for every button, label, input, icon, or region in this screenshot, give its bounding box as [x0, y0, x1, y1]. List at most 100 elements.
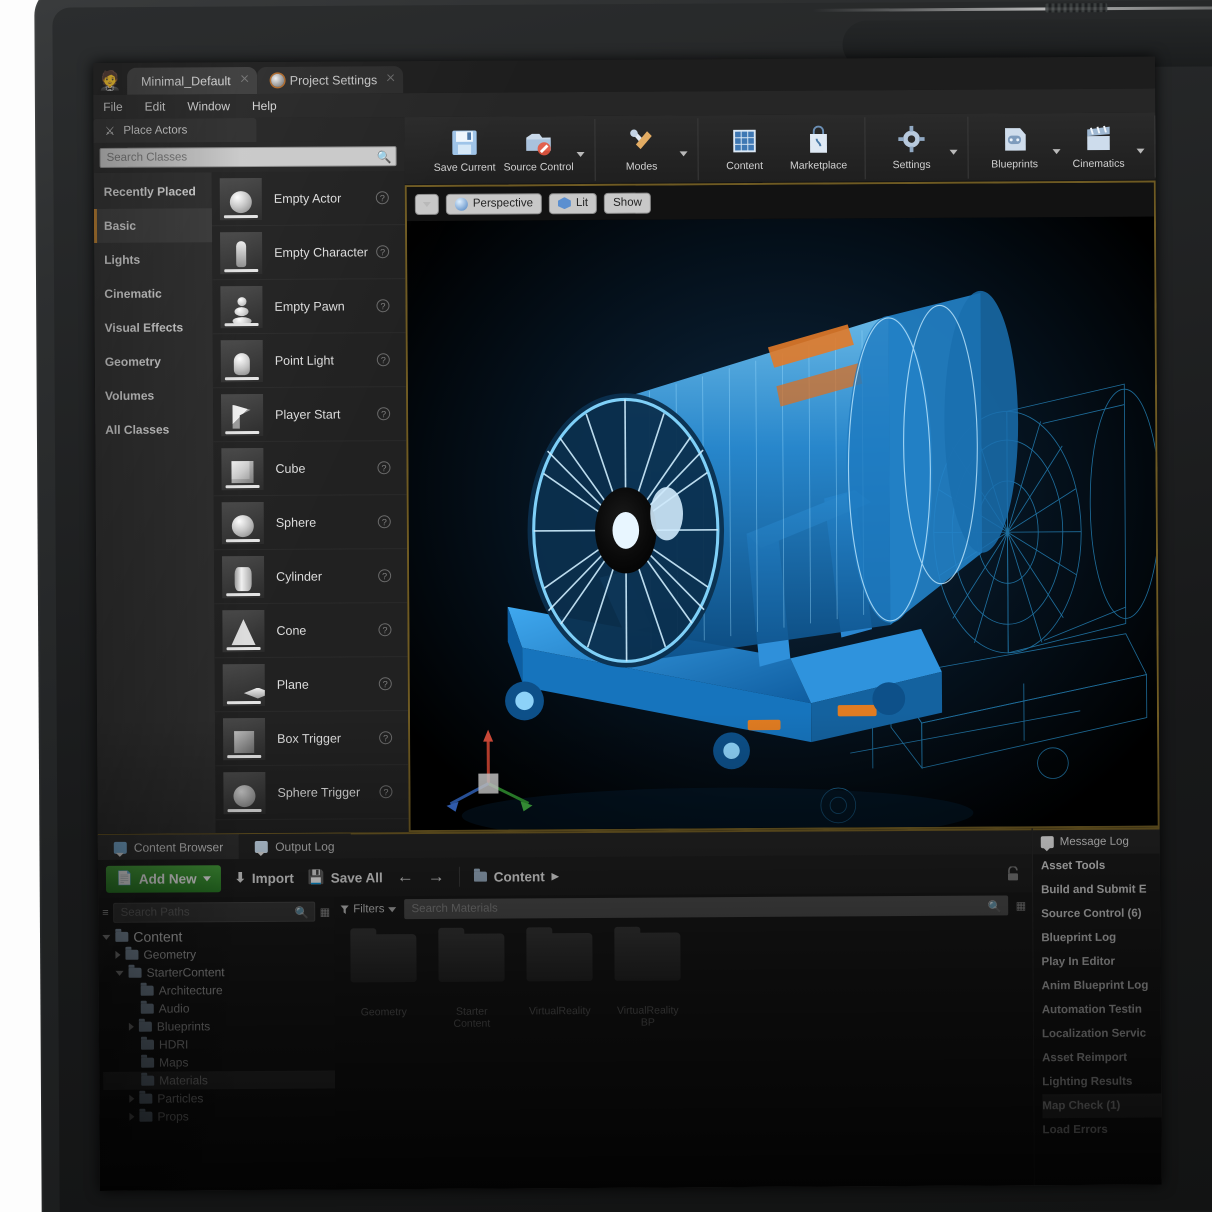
- message-log-item[interactable]: Blueprint Log: [1041, 925, 1160, 950]
- filters-button[interactable]: Filters: [340, 903, 396, 915]
- message-log-item[interactable]: Automation Testin: [1042, 997, 1161, 1022]
- chevron-right-icon[interactable]: [129, 1095, 134, 1103]
- import-button[interactable]: ⬇ Import: [235, 870, 294, 886]
- category-item[interactable]: Basic: [94, 208, 212, 243]
- collapse-tree-icon[interactable]: ≡: [102, 907, 108, 919]
- close-icon[interactable]: [386, 73, 395, 82]
- help-icon[interactable]: ?: [379, 731, 392, 744]
- message-log-item[interactable]: Lighting Results: [1042, 1069, 1161, 1094]
- lock-icon[interactable]: [1006, 866, 1020, 881]
- asset-search-input[interactable]: Search Materials 🔍: [404, 895, 1007, 919]
- tree-node[interactable]: Content: [102, 927, 334, 946]
- message-log-item[interactable]: Load Errors: [1042, 1117, 1161, 1142]
- viewport-options-dropdown[interactable]: [415, 193, 439, 214]
- tree-node[interactable]: Blueprints: [103, 1017, 335, 1036]
- message-log-item[interactable]: Build and Submit E: [1041, 877, 1160, 902]
- close-icon[interactable]: [240, 74, 249, 83]
- view-mode-button[interactable]: Perspective: [446, 193, 542, 215]
- message-log-item[interactable]: Asset Tools: [1041, 853, 1160, 878]
- chevron-down-icon[interactable]: [116, 970, 124, 975]
- help-icon[interactable]: ?: [376, 191, 389, 204]
- message-log-item[interactable]: Anim Blueprint Log: [1042, 973, 1161, 998]
- help-icon[interactable]: ?: [377, 461, 390, 474]
- chevron-right-icon[interactable]: [129, 1023, 134, 1031]
- breadcrumb[interactable]: Content ▸: [474, 868, 559, 885]
- actor-item[interactable]: Cone?: [214, 603, 407, 658]
- tree-node[interactable]: Props: [103, 1107, 335, 1126]
- save-all-button[interactable]: 💾 Save All: [308, 869, 383, 885]
- asset-folder-tile[interactable]: Geometry: [348, 934, 420, 1189]
- chevron-down-icon[interactable]: [102, 934, 110, 939]
- forward-arrow-icon[interactable]: →: [428, 867, 445, 887]
- actor-item[interactable]: Box Trigger?: [215, 711, 408, 766]
- help-icon[interactable]: ?: [377, 407, 390, 420]
- toolbar-button-content[interactable]: Content: [708, 125, 780, 172]
- message-log-item[interactable]: Asset Reimport: [1042, 1045, 1161, 1070]
- actor-item[interactable]: Plane?: [215, 657, 408, 712]
- actor-item[interactable]: Cube?: [213, 441, 406, 496]
- help-icon[interactable]: ?: [379, 677, 392, 690]
- help-icon[interactable]: ?: [378, 623, 391, 636]
- toolbar-button-blueprints[interactable]: Blueprints: [978, 123, 1050, 170]
- chevron-down-icon[interactable]: [680, 151, 688, 156]
- tree-node[interactable]: Maps: [103, 1053, 335, 1072]
- message-log-item[interactable]: Map Check (1): [1042, 1093, 1161, 1118]
- chevron-down-icon[interactable]: [1053, 149, 1061, 154]
- category-item[interactable]: Volumes: [95, 378, 213, 413]
- message-log-item[interactable]: Play In Editor: [1041, 949, 1160, 974]
- toolbar-button-save-current[interactable]: Save Current: [428, 127, 500, 174]
- chevron-right-icon[interactable]: [115, 951, 120, 959]
- search-classes-box[interactable]: 🔍: [100, 146, 397, 168]
- tree-node[interactable]: Particles: [103, 1089, 335, 1108]
- actor-item[interactable]: Empty Character?: [212, 225, 405, 280]
- toolbar-button-modes[interactable]: Modes: [605, 125, 677, 172]
- tab-output-log[interactable]: Output Log: [239, 833, 351, 860]
- toolbar-button-settings[interactable]: Settings: [875, 124, 947, 171]
- actor-item[interactable]: Empty Pawn?: [212, 279, 405, 334]
- tab-message-log[interactable]: Message Log: [1033, 827, 1160, 854]
- help-icon[interactable]: ?: [378, 569, 391, 582]
- tree-node[interactable]: StarterContent: [103, 963, 335, 982]
- menu-item-edit[interactable]: Edit: [145, 100, 166, 114]
- chevron-down-icon[interactable]: [1137, 149, 1145, 154]
- asset-folder-tile[interactable]: Starter Content: [436, 933, 508, 1188]
- actor-item[interactable]: Sphere Trigger?: [215, 765, 408, 820]
- tree-node[interactable]: Architecture: [103, 981, 335, 1000]
- tree-node[interactable]: Materials: [103, 1071, 335, 1090]
- tree-node[interactable]: Geometry: [102, 945, 334, 964]
- tree-node[interactable]: Audio: [103, 999, 335, 1018]
- category-item[interactable]: Visual Effects: [95, 310, 213, 345]
- viewport-3d-scene[interactable]: [407, 217, 1158, 831]
- category-item[interactable]: Cinematic: [94, 276, 212, 311]
- help-icon[interactable]: ?: [378, 515, 391, 528]
- help-icon[interactable]: ?: [379, 785, 392, 798]
- lighting-mode-button[interactable]: Lit: [549, 192, 597, 213]
- message-log-item[interactable]: Localization Servic: [1042, 1021, 1161, 1046]
- category-item[interactable]: Geometry: [95, 344, 213, 379]
- help-icon[interactable]: ?: [377, 353, 390, 366]
- chevron-down-icon[interactable]: [577, 152, 585, 157]
- show-menu-button[interactable]: Show: [604, 192, 651, 213]
- tab-content-browser[interactable]: Content Browser: [98, 834, 240, 861]
- asset-folder-tile[interactable]: VirtualReality BP: [612, 932, 684, 1187]
- actor-item[interactable]: Player Start?: [213, 387, 406, 442]
- add-new-button[interactable]: 📄 Add New: [106, 865, 221, 893]
- actor-item[interactable]: Cylinder?: [214, 549, 407, 604]
- actor-item[interactable]: Sphere?: [214, 495, 407, 550]
- tab-place-actors[interactable]: ⚔ Place Actors: [93, 118, 256, 143]
- back-arrow-icon[interactable]: ←: [397, 867, 414, 887]
- message-log-item[interactable]: Source Control (6): [1041, 901, 1160, 926]
- chevron-down-icon[interactable]: [950, 150, 958, 155]
- help-icon[interactable]: ?: [376, 299, 389, 312]
- chevron-right-icon[interactable]: [129, 1113, 134, 1121]
- menu-item-file[interactable]: File: [103, 100, 122, 114]
- actor-item[interactable]: Empty Actor?: [212, 171, 405, 226]
- tab-project-settings[interactable]: Project Settings: [257, 66, 404, 94]
- category-item[interactable]: Recently Placed: [94, 174, 212, 209]
- menu-item-help[interactable]: Help: [252, 99, 277, 113]
- search-paths-input[interactable]: Search Paths 🔍: [114, 902, 315, 923]
- actor-item[interactable]: Point Light?: [213, 333, 406, 388]
- search-classes-input[interactable]: [107, 150, 377, 164]
- asset-folder-tile[interactable]: VirtualReality: [524, 933, 596, 1188]
- asset-view-options-icon[interactable]: ▦: [1016, 899, 1026, 912]
